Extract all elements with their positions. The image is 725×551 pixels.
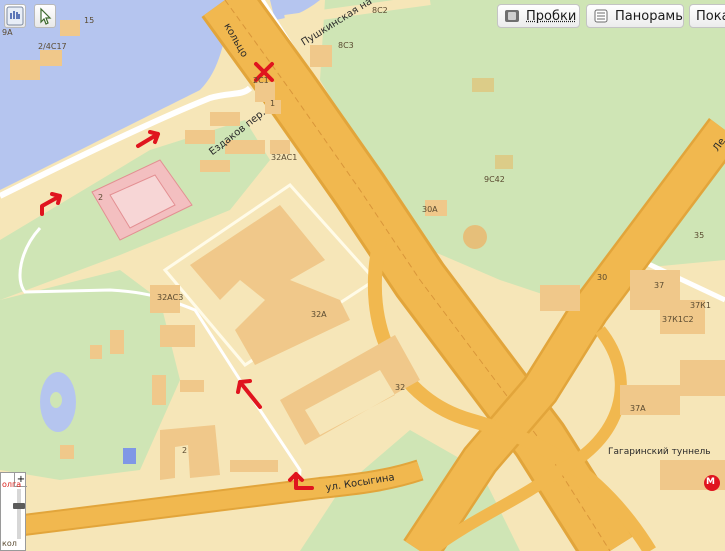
building-block-w2 bbox=[90, 345, 102, 359]
building-label-30: 30 bbox=[597, 273, 608, 282]
building-label-8c3: 8С3 bbox=[338, 41, 354, 50]
map-canvas[interactable] bbox=[0, 0, 725, 551]
pond-island bbox=[50, 392, 62, 408]
building-label-37a: 37А bbox=[630, 404, 646, 413]
zoom-edge-text-2: кол bbox=[2, 539, 17, 548]
building-label-32: 32 bbox=[395, 383, 406, 392]
zoom-slider-handle[interactable] bbox=[13, 503, 25, 509]
building-label-15: 15 bbox=[84, 16, 95, 25]
building-nw1 bbox=[10, 60, 40, 80]
panorama-icon bbox=[593, 9, 609, 23]
pointer-tool-icon bbox=[40, 7, 52, 25]
building-nw2 bbox=[40, 50, 62, 66]
show-label: Пока bbox=[696, 8, 725, 24]
pointer-tool-button[interactable] bbox=[34, 4, 56, 28]
small-pool bbox=[123, 448, 136, 464]
building-embankment-2 bbox=[210, 112, 240, 126]
building-block-w1 bbox=[110, 330, 124, 354]
building-2-south bbox=[160, 425, 220, 480]
building-label-30a: 30А bbox=[422, 205, 438, 214]
panoramas-button[interactable]: Панорамы bbox=[586, 4, 684, 28]
zoom-edge-text: олга bbox=[2, 480, 22, 489]
building-block-sw4 bbox=[230, 460, 278, 472]
building-37a bbox=[620, 385, 680, 415]
building-park-1 bbox=[495, 155, 513, 169]
hand-tool-button[interactable] bbox=[4, 4, 26, 28]
building-label-2-pink: 2 bbox=[98, 193, 104, 202]
building-label-32ac1: 32АС1 bbox=[271, 153, 298, 162]
panoramas-label: Панорамы bbox=[615, 8, 684, 24]
building-label-2-4c17: 2/4С17 bbox=[38, 42, 67, 51]
traffic-label: Пробки bbox=[526, 8, 577, 24]
show-button[interactable]: Пока bbox=[689, 4, 725, 28]
traffic-icon bbox=[504, 9, 520, 23]
building-label-37k1: 37К1 bbox=[690, 301, 711, 310]
building-e1 bbox=[680, 360, 725, 396]
building-park-2 bbox=[472, 78, 494, 92]
building-label-32a: 32А bbox=[311, 310, 327, 319]
building-label-1: 1 bbox=[270, 99, 276, 108]
building-30 bbox=[540, 285, 580, 311]
building-32ac1 bbox=[270, 140, 290, 154]
building-label-2c1: 2С1 bbox=[253, 76, 269, 85]
building-label-8c2: 8С2 bbox=[372, 6, 388, 15]
building-block-sw2 bbox=[152, 375, 166, 405]
zoom-slider-track[interactable] bbox=[17, 489, 21, 539]
building-block-sw1 bbox=[160, 325, 195, 347]
building-embankment-1 bbox=[185, 130, 215, 144]
building-nw3 bbox=[60, 20, 80, 36]
building-label-32ac3: 32АС3 bbox=[157, 293, 184, 302]
building-park-round bbox=[463, 225, 487, 249]
building-label-35: 35 bbox=[694, 231, 705, 240]
building-label-37k1c2: 37К1С2 bbox=[662, 315, 694, 324]
building-label-2-south: 2 bbox=[182, 446, 188, 455]
metro-label: М bbox=[706, 477, 715, 487]
building-block-sw5 bbox=[60, 445, 74, 459]
zoom-control[interactable]: + олга кол bbox=[0, 472, 27, 551]
street-label-gagarin-tunnel: Гагаринский туннель bbox=[608, 447, 711, 457]
building-label-37: 37 bbox=[654, 281, 665, 290]
building-embankment-4 bbox=[200, 160, 230, 172]
traffic-button[interactable]: Пробки bbox=[497, 4, 580, 28]
building-label-9c42: 9С42 bbox=[484, 175, 505, 184]
hand-tool-icon bbox=[6, 6, 24, 26]
building-8c3 bbox=[310, 45, 332, 67]
building-block-sw3 bbox=[180, 380, 204, 392]
building-label-9a: 9А bbox=[2, 28, 13, 37]
